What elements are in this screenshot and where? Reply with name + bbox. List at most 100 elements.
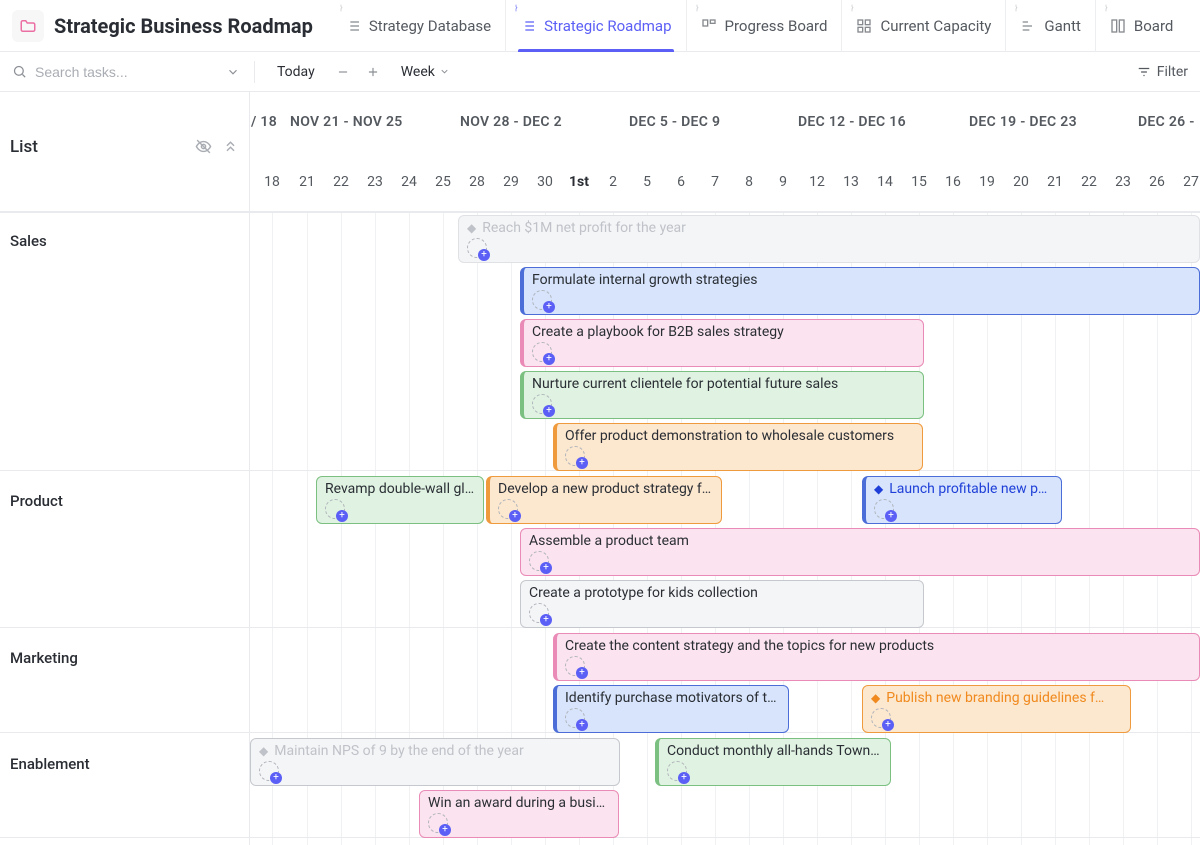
add-assignee-icon[interactable] — [874, 499, 894, 519]
task-title: Maintain NPS of 9 by the end of the year — [259, 743, 611, 759]
task-bar[interactable]: Revamp double-wall gl… — [316, 476, 484, 524]
task-title: Assemble a product team — [529, 533, 1191, 549]
task-title: Create a playbook for B2B sales strategy — [532, 324, 915, 340]
tab-gantt[interactable]: Gantt — [1005, 0, 1094, 52]
add-assignee-icon[interactable] — [532, 342, 552, 362]
search-input[interactable] — [35, 64, 218, 80]
task-title: Create the content strategy and the topi… — [565, 638, 1191, 654]
add-assignee-icon[interactable] — [565, 708, 585, 728]
task-bar[interactable]: Publish new branding guidelines f… — [862, 685, 1131, 733]
day-label: 7 — [698, 174, 732, 190]
today-button[interactable]: Today — [269, 60, 323, 84]
day-label: 19 — [970, 174, 1004, 190]
tab-progress-board[interactable]: Progress Board — [686, 0, 842, 52]
add-assignee-icon[interactable] — [428, 813, 448, 833]
search-icon — [12, 64, 27, 79]
task-bar[interactable]: Win an award during a busi… — [419, 790, 619, 838]
group-marketing[interactable]: Marketing — [10, 649, 78, 667]
scale-label: Week — [401, 64, 435, 80]
day-label: 30 — [528, 174, 562, 190]
task-bar[interactable]: Launch profitable new p… — [862, 476, 1062, 524]
day-label: 24 — [392, 174, 426, 190]
week-label: NOV 28 - DEC 2 — [460, 114, 562, 130]
zoom-in-button[interactable] — [363, 62, 383, 82]
task-bar[interactable]: Formulate internal growth strategies — [520, 267, 1200, 315]
day-label: 8 — [732, 174, 766, 190]
group-product[interactable]: Product — [10, 492, 63, 510]
task-bar[interactable]: Identify purchase motivators of t… — [553, 685, 789, 733]
tab-board[interactable]: Board — [1095, 0, 1187, 52]
task-title: Conduct monthly all-hands Town… — [667, 743, 882, 759]
week-label: / 18 — [251, 114, 277, 130]
task-title: Offer product demonstration to wholesale… — [565, 428, 914, 444]
week-label: DEC 26 - — [1138, 114, 1195, 130]
task-title: Formulate internal growth strategies — [532, 272, 1191, 288]
week-label: NOV 21 - NOV 25 — [290, 114, 403, 130]
eye-off-icon[interactable] — [195, 138, 212, 155]
week-label: DEC 5 - DEC 9 — [629, 114, 720, 130]
day-label: 23 — [1106, 174, 1140, 190]
day-label: 21 — [290, 174, 324, 190]
task-title: Develop a new product strategy f… — [498, 481, 713, 497]
task-bar[interactable]: Create the content strategy and the topi… — [553, 633, 1200, 681]
add-assignee-icon[interactable] — [529, 551, 549, 571]
folder-icon[interactable] — [12, 10, 44, 42]
add-assignee-icon[interactable] — [467, 238, 487, 258]
task-bar[interactable]: Develop a new product strategy f… — [486, 476, 722, 524]
scale-dropdown[interactable]: Week — [393, 60, 458, 84]
add-assignee-icon[interactable] — [532, 394, 552, 414]
filter-icon — [1137, 65, 1151, 79]
week-label: DEC 12 - DEC 16 — [798, 114, 906, 130]
task-title: Identify purchase motivators of t… — [565, 690, 780, 706]
task-title: Reach $1M net profit for the year — [467, 220, 1191, 236]
day-label: 2 — [596, 174, 630, 190]
add-assignee-icon[interactable] — [871, 708, 891, 728]
day-label: 22 — [324, 174, 358, 190]
day-label: 13 — [834, 174, 868, 190]
task-bar[interactable]: Create a playbook for B2B sales strategy — [520, 319, 924, 367]
day-label: 9 — [766, 174, 800, 190]
day-label: 23 — [358, 174, 392, 190]
task-title: Revamp double-wall gl… — [325, 481, 475, 497]
tab-strategic-roadmap[interactable]: Strategic Roadmap — [505, 0, 685, 52]
day-label: 27 — [1174, 174, 1200, 190]
task-bar[interactable]: Conduct monthly all-hands Town… — [655, 738, 891, 786]
day-label: 6 — [664, 174, 698, 190]
day-label: 12 — [800, 174, 834, 190]
add-assignee-icon[interactable] — [325, 499, 345, 519]
task-bar[interactable]: Assemble a product team — [520, 528, 1200, 576]
add-assignee-icon[interactable] — [529, 603, 549, 623]
task-bar[interactable]: Offer product demonstration to wholesale… — [553, 423, 923, 471]
day-label: 14 — [868, 174, 902, 190]
add-assignee-icon[interactable] — [532, 290, 552, 310]
add-assignee-icon[interactable] — [565, 656, 585, 676]
tab-strategy-database[interactable]: Strategy Database — [331, 0, 505, 52]
task-bar[interactable]: Create a prototype for kids collection — [520, 580, 924, 628]
task-title: Create a prototype for kids collection — [529, 585, 915, 601]
day-label: 20 — [1004, 174, 1038, 190]
chevron-down-icon[interactable] — [226, 65, 240, 79]
group-enablement[interactable]: Enablement — [10, 755, 90, 773]
task-bar[interactable]: Maintain NPS of 9 by the end of the year — [250, 738, 620, 786]
group-sales[interactable]: Sales — [10, 232, 47, 250]
task-title: Launch profitable new p… — [874, 481, 1053, 497]
day-label: 16 — [936, 174, 970, 190]
add-assignee-icon[interactable] — [259, 761, 279, 781]
collapse-icon[interactable] — [222, 138, 239, 155]
day-label: 28 — [460, 174, 494, 190]
day-label: 21 — [1038, 174, 1072, 190]
add-assignee-icon[interactable] — [498, 499, 518, 519]
zoom-out-button[interactable] — [333, 62, 353, 82]
day-label: 22 — [1072, 174, 1106, 190]
page-title: Strategic Business Roadmap — [54, 14, 313, 38]
task-bar[interactable]: Nurture current clientele for potential … — [520, 371, 924, 419]
add-assignee-icon[interactable] — [565, 446, 585, 466]
search-container — [12, 64, 240, 80]
day-label: 25 — [426, 174, 460, 190]
filter-button[interactable]: Filter — [1137, 64, 1188, 80]
add-assignee-icon[interactable] — [667, 761, 687, 781]
sidebar-title: List — [10, 137, 38, 157]
day-label: 26 — [1140, 174, 1174, 190]
tab-current-capacity[interactable]: Current Capacity — [841, 0, 1005, 52]
task-bar[interactable]: Reach $1M net profit for the year — [458, 215, 1200, 263]
